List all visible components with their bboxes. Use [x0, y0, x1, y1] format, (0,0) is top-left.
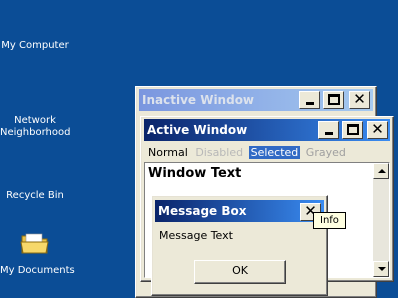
close-icon: ✕	[371, 120, 384, 138]
arrow-down-icon	[378, 267, 386, 271]
vertical-scrollbar[interactable]	[373, 163, 389, 277]
desktop-icon-label: Network Neighborhood	[0, 115, 71, 138]
ok-button-label: OK	[232, 264, 248, 277]
menu-item-grayed[interactable]: Grayed	[304, 146, 348, 159]
desktop-icon-label: My Computer	[1, 40, 69, 51]
message-box[interactable]: Message Box ✕ Message Text OK	[151, 195, 328, 296]
maximize-icon	[328, 94, 340, 105]
menu-item-normal[interactable]: Normal	[146, 146, 190, 159]
minimize-icon	[325, 132, 333, 135]
menu-bar: Normal Disabled Selected Grayed	[146, 145, 348, 161]
active-close-button[interactable]: ✕	[367, 121, 388, 139]
message-box-title: Message Box	[158, 204, 247, 218]
message-box-title-bar[interactable]: Message Box	[155, 200, 324, 222]
inactive-window-title: Inactive Window	[142, 93, 255, 107]
ok-button[interactable]: OK	[194, 260, 286, 284]
desktop-icon-my-computer[interactable]: My Computer	[0, 40, 70, 52]
desktop-icon-label: My Documents	[0, 265, 75, 276]
inactive-maximize-button[interactable]	[323, 91, 344, 109]
active-window-title: Active Window	[147, 123, 248, 137]
message-text: Message Text	[159, 229, 233, 242]
scroll-down-button[interactable]	[373, 261, 389, 277]
tooltip-text: Info	[320, 215, 339, 226]
desktop-icon-network-neighborhood[interactable]: Network Neighborhood	[0, 115, 70, 139]
maximize-icon	[347, 124, 359, 135]
inactive-minimize-button[interactable]	[299, 91, 320, 109]
menu-item-disabled[interactable]: Disabled	[193, 146, 245, 159]
active-maximize-button[interactable]	[342, 121, 363, 139]
scroll-up-button[interactable]	[373, 163, 389, 179]
close-icon: ✕	[353, 90, 366, 108]
window-text: Window Text	[148, 166, 242, 181]
menu-item-selected[interactable]: Selected	[248, 146, 301, 159]
folder-icon	[20, 233, 49, 254]
minimize-icon	[306, 102, 314, 105]
arrow-up-icon	[378, 169, 386, 173]
desktop-icon-label: Recycle Bin	[6, 190, 64, 201]
active-minimize-button[interactable]	[318, 121, 339, 139]
info-tooltip: Info	[313, 212, 346, 229]
inactive-close-button[interactable]: ✕	[349, 91, 370, 109]
desktop-icon-recycle-bin[interactable]: Recycle Bin	[0, 190, 70, 202]
